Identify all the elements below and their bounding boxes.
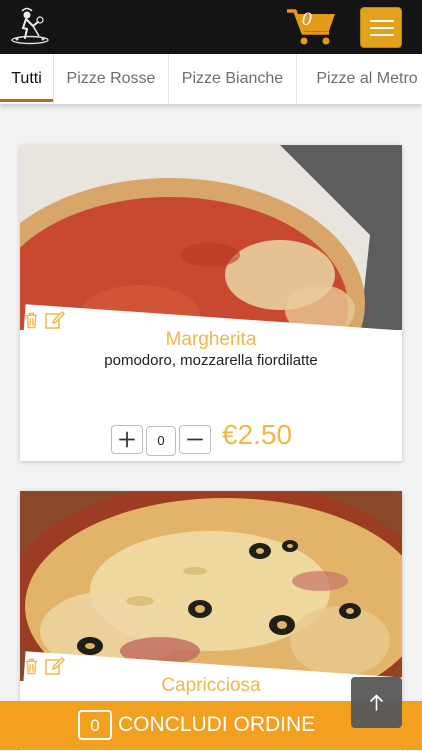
order-count-badge: 0 [78,710,112,740]
hamburger-menu-icon [370,20,394,22]
category-tabs: Tutti Pizze Rosse Pizze Bianche Pizze al… [0,54,422,104]
edit-icon[interactable] [45,311,65,329]
minus-icon [187,438,203,441]
product-name: Capricciosa [161,675,261,696]
tab-pizze-rosse[interactable]: Pizze Rosse [54,54,169,104]
app-header: 0 [0,0,422,54]
menu-button[interactable] [360,7,402,48]
product-name: Margherita [165,329,257,350]
edit-icon[interactable] [45,657,65,675]
scroll-to-top-button[interactable] [351,677,402,728]
arrow-up-icon [370,694,383,711]
tab-pizze-al-metro[interactable]: Pizze al Metro [297,54,422,104]
trash-icon[interactable] [24,657,39,675]
quantity-input[interactable]: 0 [146,426,176,456]
product-description: pomodoro, mozzarella fiordilatte [104,352,318,369]
decrease-quantity-button[interactable] [179,425,211,454]
trash-icon[interactable] [24,311,39,329]
product-price: €2.50 [222,419,293,450]
margherita-photo [20,145,402,330]
increase-quantity-button[interactable] [111,425,143,454]
pizzaiolo-logo-icon[interactable] [9,6,51,48]
capricciosa-photo [20,491,402,681]
cart-count: 0 [301,10,313,30]
plus-icon [119,431,135,448]
tab-tutti[interactable]: Tutti [0,54,54,104]
product-card: Margherita pomodoro, mozzarella fiordila… [20,145,402,461]
checkout-button-label: CONCLUDI ORDINE [118,713,316,736]
tab-pizze-bianche[interactable]: Pizze Bianche [169,54,297,104]
